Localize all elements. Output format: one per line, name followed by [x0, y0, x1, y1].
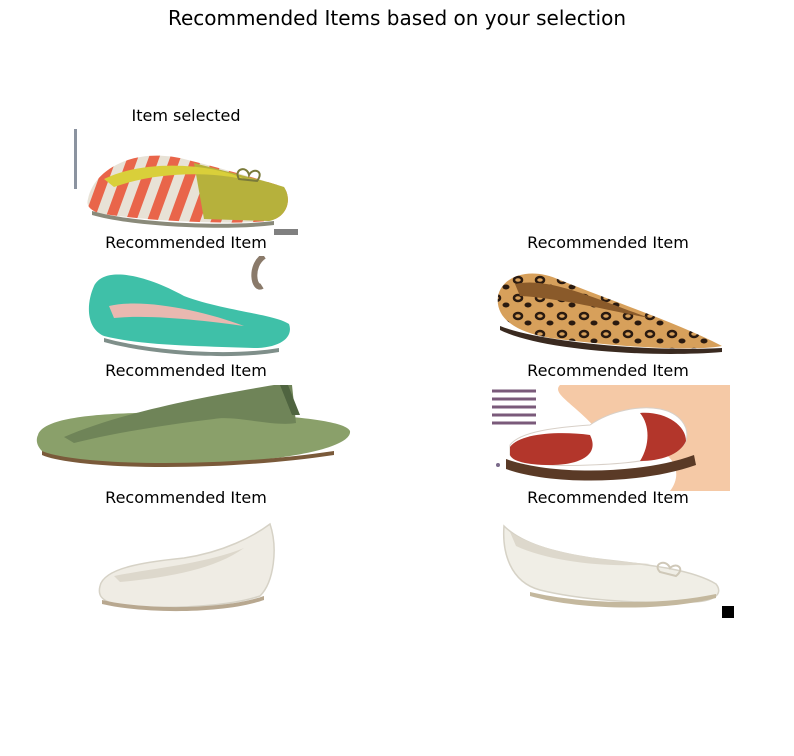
- recommended-item-image[interactable]: [490, 385, 730, 491]
- recommended-item-label: Recommended Item: [527, 361, 689, 380]
- recommended-item-image[interactable]: [74, 256, 298, 364]
- recommended-item-label: Recommended Item: [527, 488, 689, 507]
- figure-title: Recommended Items based on your selectio…: [167, 6, 627, 30]
- recommended-item-image[interactable]: [490, 512, 736, 620]
- selected-item-image[interactable]: [74, 129, 298, 237]
- selected-item-label: Item selected: [131, 106, 241, 125]
- recommended-item-image[interactable]: [74, 512, 284, 620]
- recommended-item-image[interactable]: [490, 256, 736, 364]
- recommended-item-label: Recommended Item: [105, 233, 267, 252]
- recommended-item-label: Recommended Item: [105, 488, 267, 507]
- recommended-item-label: Recommended Item: [105, 361, 267, 380]
- recommended-item-label: Recommended Item: [527, 233, 689, 252]
- recommended-item-image[interactable]: [34, 385, 354, 469]
